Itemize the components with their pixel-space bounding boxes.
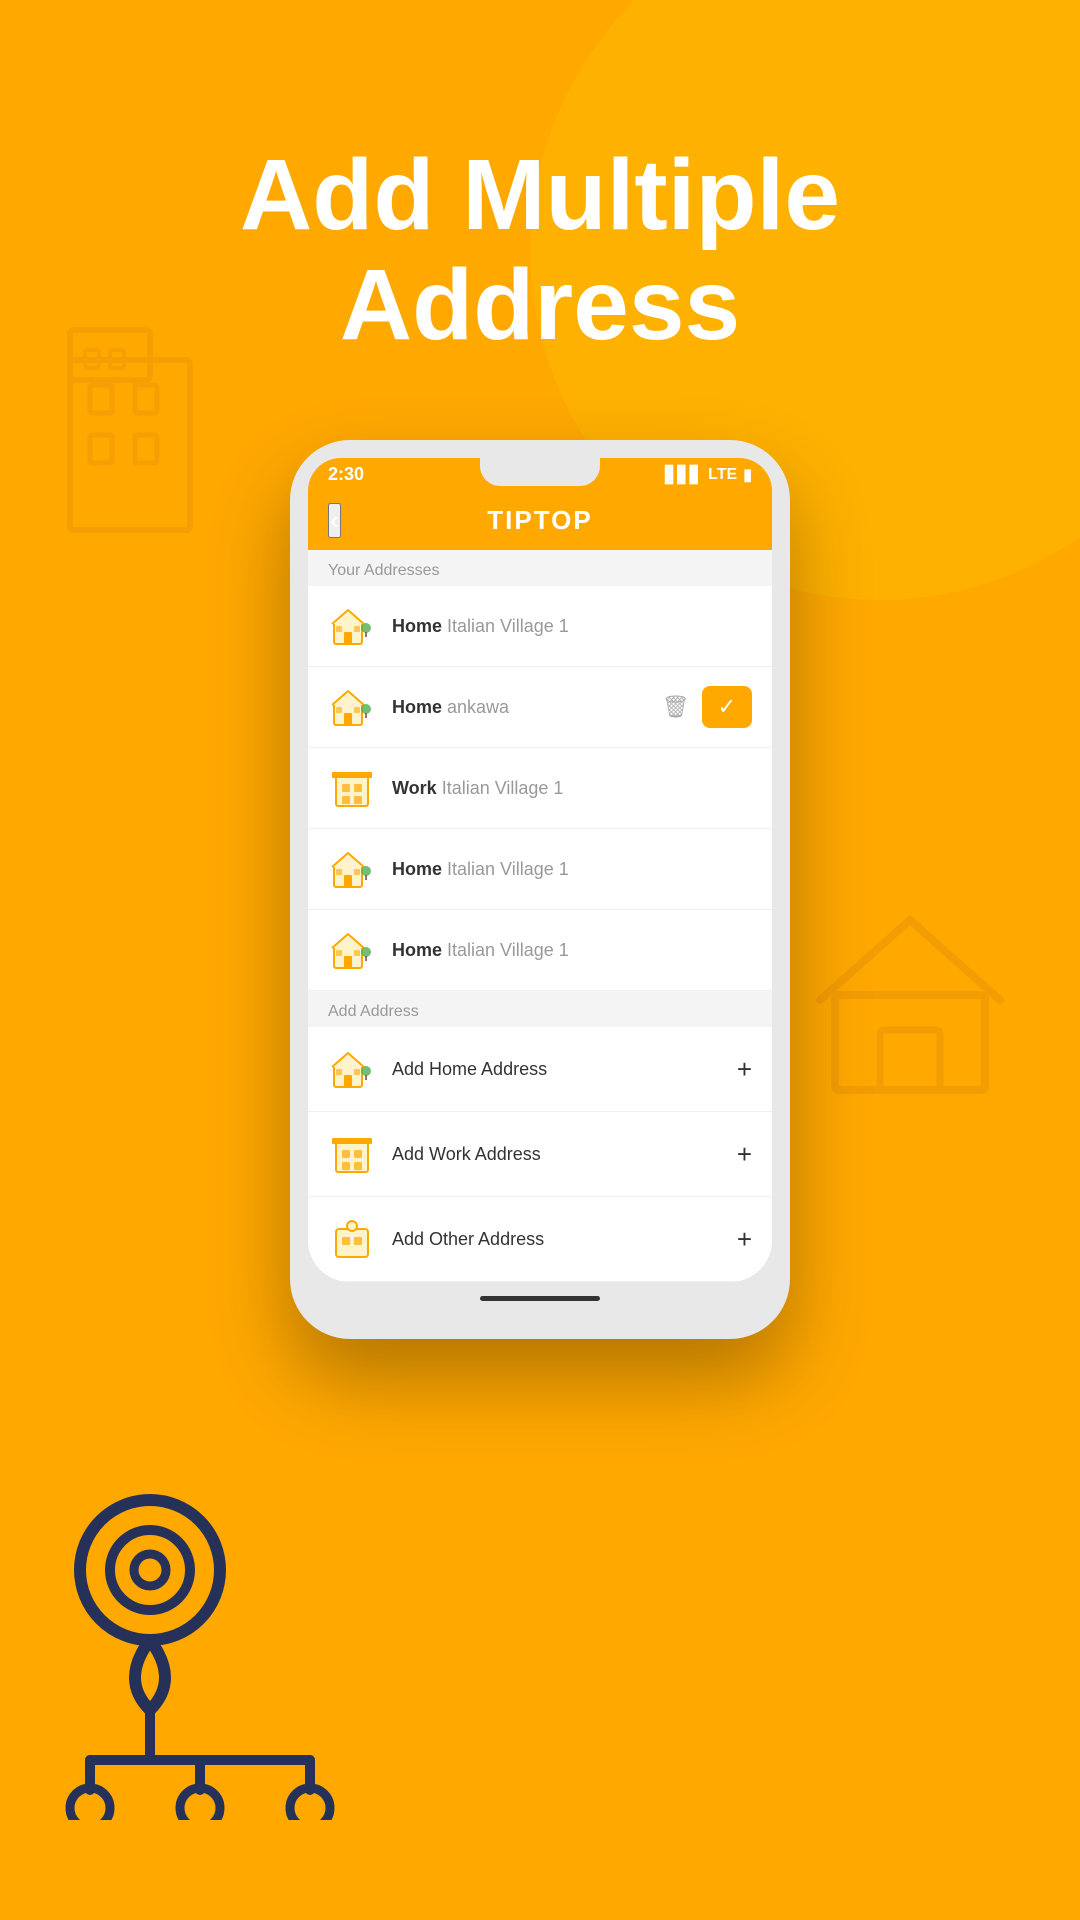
app-header: ‹ TIPTOP xyxy=(308,491,772,550)
address-location-2: ankawa xyxy=(447,697,509,718)
address-icon-1 xyxy=(328,602,376,650)
back-button[interactable]: ‹ xyxy=(328,503,341,538)
address-icon-5 xyxy=(328,926,376,974)
address-icon-2 xyxy=(328,683,376,731)
phone-mockup: 2:30 ▋▋▋ LTE ▮ ‹ TIPTOP Your Addresses xyxy=(290,440,790,1339)
your-addresses-label: Your Addresses xyxy=(308,550,772,586)
address-location-4: Italian Village 1 xyxy=(447,859,569,880)
app-title: TIPTOP xyxy=(487,505,592,536)
address-item-4[interactable]: Home Italian Village 1 xyxy=(308,829,772,910)
address-type-2: Home xyxy=(392,697,447,718)
app-title-tip: TIP xyxy=(487,505,533,535)
address-list: Home Italian Village 1 xyxy=(308,586,772,991)
add-address-list: Add Home Address + xyxy=(308,1027,772,1282)
add-other-plus[interactable]: + xyxy=(737,1224,752,1255)
home-bar xyxy=(480,1296,600,1301)
address-icon-3 xyxy=(328,764,376,812)
phone-notch xyxy=(480,458,600,486)
headline: Add Multiple Address xyxy=(0,140,1080,360)
add-address-label: Add Address xyxy=(308,991,772,1027)
screen-content: Your Addresses xyxy=(308,550,772,1282)
signal-icon: ▋▋▋ xyxy=(665,465,702,485)
address-type-1: Home xyxy=(392,616,447,637)
address-item-1[interactable]: Home Italian Village 1 xyxy=(308,586,772,667)
add-work-icon xyxy=(328,1130,376,1178)
address-location-3: Italian Village 1 xyxy=(442,778,564,799)
home-indicator xyxy=(308,1282,772,1321)
address-item-5[interactable]: Home Italian Village 1 xyxy=(308,910,772,991)
headline-line2: Address xyxy=(0,250,1080,360)
add-home-icon xyxy=(328,1045,376,1093)
add-other-icon xyxy=(328,1215,376,1263)
headline-line1: Add Multiple xyxy=(0,140,1080,250)
add-home-plus[interactable]: + xyxy=(737,1054,752,1085)
address-type-5: Home xyxy=(392,940,447,961)
battery-icon: ▮ xyxy=(743,465,752,485)
add-home-label: Add Home Address xyxy=(392,1059,737,1080)
app-title-top: TOP xyxy=(534,505,593,535)
confirm-button[interactable]: ✓ xyxy=(702,686,752,728)
address-type-4: Home xyxy=(392,859,447,880)
network-label: LTE xyxy=(708,466,737,484)
location-network-decoration xyxy=(40,1480,360,1820)
address-location-5: Italian Village 1 xyxy=(447,940,569,961)
status-time: 2:30 xyxy=(328,464,364,485)
add-other-item[interactable]: Add Other Address + xyxy=(308,1197,772,1282)
address-icon-4 xyxy=(328,845,376,893)
address-item-2[interactable]: Home ankawa 🗑 ✓ xyxy=(308,667,772,748)
status-icons: ▋▋▋ LTE ▮ xyxy=(665,465,752,485)
address-type-3: Work xyxy=(392,778,442,799)
delete-button[interactable]: 🗑 xyxy=(650,686,702,728)
status-bar: 2:30 ▋▋▋ LTE ▮ xyxy=(308,458,772,491)
address-item-3[interactable]: Work Italian Village 1 xyxy=(308,748,772,829)
add-work-plus[interactable]: + xyxy=(737,1139,752,1170)
address-location-1: Italian Village 1 xyxy=(447,616,569,637)
house-decoration xyxy=(800,900,1020,1100)
add-work-label: Add Work Address xyxy=(392,1144,737,1165)
swipe-actions: 🗑 ✓ xyxy=(650,686,752,728)
add-home-item[interactable]: Add Home Address + xyxy=(308,1027,772,1112)
add-other-label: Add Other Address xyxy=(392,1229,737,1250)
add-work-item[interactable]: Add Work Address + xyxy=(308,1112,772,1197)
